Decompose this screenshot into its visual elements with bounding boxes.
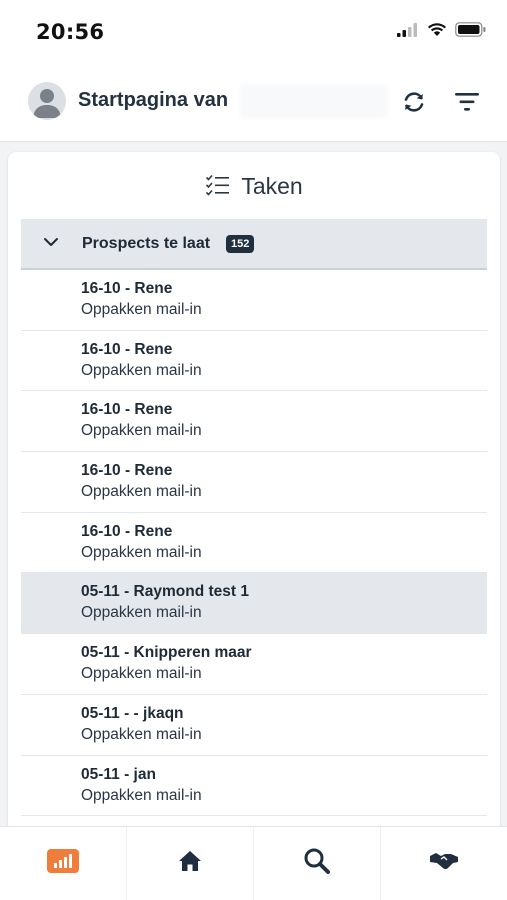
card-header: Taken	[8, 168, 500, 204]
task-subtitle: Oppakken mail-in	[81, 604, 202, 622]
task-title: 05-11 - Raymond test 1	[81, 583, 249, 601]
refresh-button[interactable]	[396, 84, 432, 120]
home-icon	[179, 850, 201, 871]
bar-chart-icon	[47, 848, 79, 873]
task-subtitle: Oppakken mail-in	[81, 543, 202, 561]
task-title: 05-11 - - jkaqn	[81, 704, 184, 722]
task-title: 16-10 - Rene	[81, 462, 173, 480]
page-title: Startpagina van	[78, 89, 229, 111]
card-title: Taken	[241, 172, 303, 199]
bottom-tab-bar	[0, 826, 507, 900]
filter-icon	[455, 93, 479, 111]
wifi-icon	[428, 23, 446, 36]
task-subtitle: Oppakken mail-in	[81, 483, 202, 501]
task-list: 16-10 - Rene Oppakken mail-in 16-10 - Re…	[21, 270, 487, 817]
task-row[interactable]: 16-10 - Rene Oppakken mail-in	[21, 391, 487, 453]
task-title: 05-11 - jan	[81, 765, 156, 783]
task-subtitle: Oppakken mail-in	[81, 301, 202, 318]
task-subtitle: Oppakken mail-in	[81, 786, 202, 804]
redacted-user-name	[240, 84, 388, 118]
task-row[interactable]: 16-10 - Rene Oppakken mail-in	[21, 330, 487, 392]
status-bar: 20:56	[0, 0, 507, 62]
task-row[interactable]: 05-11 - Knipperen maar Oppakken mail-in	[21, 634, 487, 695]
task-subtitle: Oppakken mail-in	[81, 665, 202, 683]
cellular-signal-icon	[397, 22, 417, 37]
tab-deals[interactable]	[381, 827, 507, 900]
task-title: 16-10 - Rene	[81, 522, 173, 540]
group-header-prospects[interactable]: Prospects te laat 152	[21, 219, 487, 270]
task-title: 16-10 - Rene	[81, 401, 173, 419]
user-avatar-icon[interactable]	[28, 82, 66, 120]
task-subtitle: Oppakken mail-in	[81, 422, 202, 440]
tab-dashboard[interactable]	[0, 827, 127, 900]
task-title: 16-10 - Rene	[81, 340, 173, 358]
task-row[interactable]: 05-11 - - jkaqn Oppakken mail-in	[21, 694, 487, 756]
tasks-card: Taken Prospects te laat 152 16-10 - Rene…	[8, 152, 500, 832]
tab-home[interactable]	[127, 827, 254, 900]
task-row-selected[interactable]: 05-11 - Raymond test 1 Oppakken mail-in	[21, 573, 487, 635]
task-title: 16-10 - Rene	[81, 280, 173, 297]
group-label: Prospects te laat	[82, 235, 211, 252]
task-subtitle: Oppakken mail-in	[81, 725, 202, 743]
count-badge: 152	[226, 235, 255, 253]
task-row[interactable]: 16-10 - Rene Oppakken mail-in	[21, 270, 487, 331]
tab-search[interactable]	[254, 827, 381, 900]
chevron-down-icon[interactable]	[43, 237, 59, 247]
status-icons	[397, 22, 487, 37]
search-icon	[304, 848, 330, 874]
task-row[interactable]: 05-11 - jan Oppakken mail-in	[21, 755, 487, 817]
task-subtitle: Oppakken mail-in	[81, 361, 202, 379]
status-time: 20:56	[36, 20, 105, 44]
task-row[interactable]: 16-10 - Rene Oppakken mail-in	[21, 512, 487, 574]
app-header: Startpagina van	[0, 62, 507, 142]
handshake-icon	[430, 852, 458, 869]
battery-icon	[455, 22, 486, 37]
task-row[interactable]: 16-10 - Rene Oppakken mail-in	[21, 452, 487, 513]
filter-button[interactable]	[449, 84, 485, 120]
task-title: 05-11 - Knipperen maar	[81, 644, 252, 662]
refresh-icon	[404, 92, 424, 112]
checklist-icon	[206, 174, 230, 196]
